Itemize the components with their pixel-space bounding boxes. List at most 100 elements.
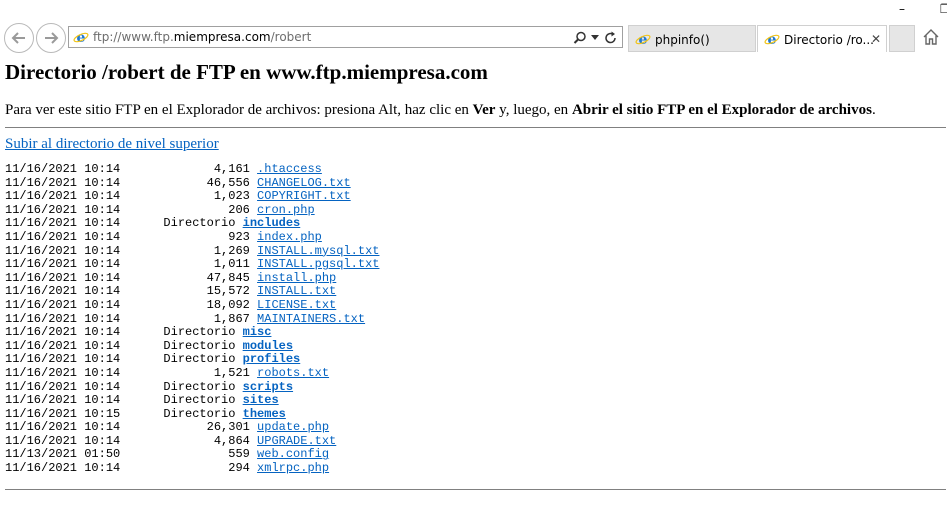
file-link[interactable]: CHANGELOG.txt [257, 176, 351, 190]
directory-row: 11/16/2021 10:14 Directorio profiles [5, 353, 379, 367]
forward-button[interactable] [36, 23, 66, 53]
entry-meta: 11/16/2021 10:15 Directorio [5, 406, 243, 421]
svg-text:e: e [639, 32, 648, 47]
entry-meta: 11/16/2021 10:14 294 [5, 461, 258, 476]
entry-meta: 11/16/2021 10:14 Directorio [5, 338, 243, 353]
file-row: 11/16/2021 10:14 294 xmlrpc.php [5, 461, 379, 476]
divider [5, 489, 946, 490]
entry-meta: 11/16/2021 10:14 15,572 [5, 284, 258, 299]
entry-meta: 11/16/2021 10:14 1,867 [5, 311, 258, 326]
file-row: 11/16/2021 10:14 1,867 MAINTAINERS.txt [5, 311, 379, 327]
page-title: Directorio /robert de FTP en www.ftp.mie… [5, 60, 488, 84]
tab-directorio[interactable]: e Directorio /ro... ✕ [757, 25, 887, 52]
file-link[interactable]: install.php [257, 271, 336, 285]
entry-meta: 11/16/2021 10:14 4,864 [5, 433, 258, 448]
file-link[interactable]: COPYRIGHT.txt [257, 189, 351, 203]
tab-phpinfo[interactable]: e phpinfo() [628, 25, 756, 52]
file-link[interactable]: .htaccess [257, 162, 322, 176]
file-row: 11/16/2021 10:14 206 cron.php [5, 202, 379, 218]
address-bar[interactable]: e ftp://www.ftp.miempresa.com/robert [68, 26, 623, 48]
entry-meta: 11/16/2021 10:14 Directorio [5, 352, 243, 367]
entry-meta: 11/16/2021 10:14 Directorio [5, 216, 243, 231]
directory-link[interactable]: scripts [243, 380, 293, 394]
directory-link[interactable]: modules [243, 339, 293, 353]
file-link[interactable]: robots.txt [257, 366, 329, 380]
parent-directory-link[interactable]: Subir al directorio de nivel superior [5, 136, 219, 153]
entry-meta: 11/16/2021 10:14 206 [5, 202, 258, 217]
entry-meta: 11/16/2021 10:14 4,161 [5, 162, 258, 176]
directory-link[interactable]: profiles [243, 352, 301, 367]
entry-meta: 11/16/2021 10:14 18,092 [5, 297, 258, 312]
entry-meta: 11/16/2021 10:14 47,845 [5, 270, 258, 285]
directory-row: 11/16/2021 10:14 Directorio sites [5, 393, 379, 408]
divider [5, 127, 946, 128]
directory-link[interactable]: sites [243, 393, 279, 407]
file-row: 11/16/2021 10:14 923 index.php [5, 229, 379, 245]
file-row: 11/16/2021 10:14 26,301 update.php [5, 420, 379, 435]
file-link[interactable]: UPGRADE.txt [257, 434, 336, 448]
search-icon[interactable] [573, 31, 587, 45]
back-button[interactable] [4, 23, 34, 53]
entry-meta: 11/16/2021 10:14 46,556 [5, 175, 258, 190]
file-link[interactable]: web.config [257, 447, 329, 462]
file-row: 11/13/2021 01:50 559 web.config [5, 448, 379, 462]
entry-meta: 11/16/2021 10:14 Directorio [5, 379, 243, 394]
directory-row: 11/16/2021 10:15 Directorio themes [5, 406, 379, 422]
svg-text:e: e [77, 30, 86, 45]
close-tab-icon[interactable]: ✕ [871, 32, 881, 46]
address-url[interactable]: ftp://www.ftp.miempresa.com/robert [93, 30, 311, 44]
file-row: 11/16/2021 10:14 4,864 UPGRADE.txt [5, 433, 379, 449]
entry-meta: 11/16/2021 10:14 1,011 [5, 257, 258, 272]
file-link[interactable]: cron.php [257, 203, 315, 217]
file-listing: 11/16/2021 10:14 4,161 .htaccess 11/16/20… [5, 162, 379, 476]
directory-row: 11/16/2021 10:14 Directorio scripts [5, 379, 379, 395]
directory-link[interactable]: includes [243, 216, 301, 231]
file-link[interactable]: LICENSE.txt [257, 298, 336, 312]
file-row: 11/16/2021 10:14 1,011 INSTALL.pgsql.txt [5, 257, 379, 272]
entry-meta: 11/16/2021 10:14 1,521 [5, 365, 258, 380]
arrow-right-icon [45, 32, 59, 44]
file-link[interactable]: xmlrpc.php [257, 461, 329, 475]
chevron-down-icon[interactable] [591, 35, 599, 41]
file-row: 11/16/2021 10:14 4,161 .htaccess [5, 162, 379, 177]
ie-tab-icon: e [635, 32, 651, 47]
directory-link[interactable]: themes [243, 407, 286, 421]
file-link[interactable]: update.php [257, 420, 329, 434]
new-tab-button[interactable] [889, 25, 915, 52]
file-row: 11/16/2021 10:14 18,092 LICENSE.txt [5, 297, 379, 313]
file-row: 11/16/2021 10:14 1,269 INSTALL.mysql.txt [5, 243, 379, 259]
entry-meta: 11/16/2021 10:14 923 [5, 229, 258, 244]
tab-label: Directorio /ro... [784, 33, 874, 47]
directory-row: 11/16/2021 10:14 Directorio modules [5, 338, 379, 354]
entry-meta: 11/16/2021 10:14 Directorio [5, 393, 243, 408]
file-link[interactable]: INSTALL.txt [257, 284, 336, 299]
directory-link[interactable]: misc [243, 325, 272, 339]
entry-meta: 11/13/2021 01:50 559 [5, 447, 258, 462]
tab-label: phpinfo() [655, 33, 710, 47]
home-icon[interactable] [922, 28, 940, 46]
file-row: 11/16/2021 10:14 47,845 install.php [5, 270, 379, 286]
file-link[interactable]: INSTALL.mysql.txt [257, 244, 379, 258]
ie-tab-icon: e [764, 32, 780, 47]
file-row: 11/16/2021 10:14 1,521 robots.txt [5, 365, 379, 381]
entry-meta: 11/16/2021 10:14 1,023 [5, 189, 258, 204]
file-row: 11/16/2021 10:14 46,556 CHANGELOG.txt [5, 175, 379, 191]
file-link[interactable]: MAINTAINERS.txt [257, 312, 365, 326]
arrow-left-icon [11, 32, 25, 44]
entry-meta: 11/16/2021 10:14 26,301 [5, 420, 258, 435]
file-link[interactable]: index.php [257, 230, 322, 244]
minimize-button[interactable]: – [899, 2, 905, 16]
directory-row: 11/16/2021 10:14 Directorio includes [5, 217, 379, 231]
file-row: 11/16/2021 10:14 1,023 COPYRIGHT.txt [5, 189, 379, 204]
info-text: Para ver este sitio FTP en el Explorador… [5, 102, 876, 118]
file-link[interactable]: INSTALL.pgsql.txt [257, 257, 379, 271]
refresh-icon[interactable] [604, 31, 618, 45]
svg-text:e: e [768, 32, 777, 47]
restore-button[interactable]: ❐ [940, 2, 947, 16]
file-row: 11/16/2021 10:14 15,572 INSTALL.txt [5, 285, 379, 299]
browser-chrome: – ❐ e ftp://www.ftp.miempresa.com/robert [0, 0, 947, 56]
entry-meta: 11/16/2021 10:14 Directorio [5, 325, 243, 340]
ie-page-icon: e [73, 30, 89, 45]
directory-row: 11/16/2021 10:14 Directorio misc [5, 325, 379, 340]
entry-meta: 11/16/2021 10:14 1,269 [5, 243, 258, 258]
